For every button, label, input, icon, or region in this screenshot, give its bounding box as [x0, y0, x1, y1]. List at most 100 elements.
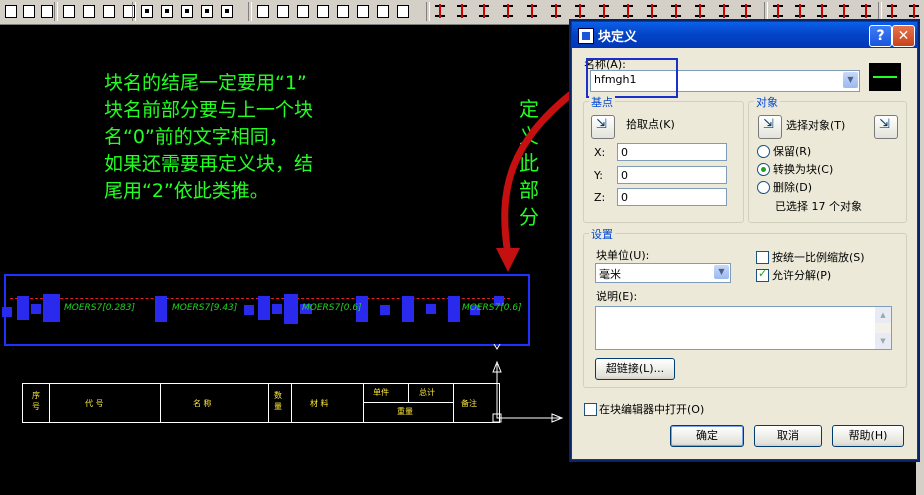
toolbar-tool-icon[interactable]	[100, 2, 118, 20]
toolbar-tool-icon[interactable]	[476, 2, 494, 20]
toolbar-tool-icon[interactable]	[716, 2, 734, 20]
col-name: 名 称	[193, 399, 212, 408]
allow-explode-label: 允许分解(P)	[772, 269, 832, 282]
toolbar-tool-icon[interactable]	[454, 2, 472, 20]
toolbar-tool-icon[interactable]	[620, 2, 638, 20]
part-shape[interactable]	[17, 296, 29, 320]
part-shape[interactable]	[448, 296, 460, 322]
part-shape[interactable]	[284, 294, 298, 324]
block-preview	[869, 63, 901, 91]
delete-radio[interactable]	[757, 181, 770, 194]
close-button[interactable]: ✕	[892, 25, 915, 47]
toolbar-tool-icon[interactable]	[294, 2, 312, 20]
toolbar-tool-icon[interactable]	[158, 2, 176, 20]
convert-radio[interactable]	[757, 163, 770, 176]
quick-select-icon[interactable]	[874, 115, 898, 139]
toolbar-tool-icon[interactable]	[138, 2, 156, 20]
part-shape[interactable]	[244, 305, 254, 315]
toolbar-tool-icon[interactable]	[814, 2, 832, 20]
toolbar-tool-icon[interactable]	[314, 2, 332, 20]
toolbar-tool-icon[interactable]	[738, 2, 756, 20]
toolbar-tool-icon[interactable]	[596, 2, 614, 20]
open-in-editor-checkbox[interactable]	[584, 403, 597, 416]
toolbar-tool-icon[interactable]	[906, 2, 924, 20]
select-objects-icon[interactable]	[758, 115, 782, 139]
part-shape[interactable]	[31, 304, 41, 314]
toolbar-tool-icon[interactable]	[836, 2, 854, 20]
scroll-up-icon[interactable]: ▲	[875, 307, 891, 323]
open-in-editor-label: 在块编辑器中打开(O)	[599, 403, 705, 416]
scroll-down-icon[interactable]: ▼	[875, 333, 891, 349]
select-objects-label: 选择对象(T)	[786, 119, 846, 132]
cell-divider	[408, 384, 409, 402]
z-field[interactable]: 0	[617, 188, 727, 206]
part-shape[interactable]	[2, 307, 12, 317]
toolbar-tool-icon[interactable]	[354, 2, 372, 20]
cell-divider	[49, 384, 50, 422]
toolbar-tool-icon[interactable]	[178, 2, 196, 20]
cancel-button[interactable]: 取消	[754, 425, 822, 447]
chevron-down-icon[interactable]: ▼	[714, 265, 729, 279]
part-shape[interactable]	[402, 296, 414, 322]
dialog-titlebar[interactable]: 块定义 ? ✕	[572, 22, 917, 48]
hyperlink-button[interactable]: 超链接(L)...	[595, 358, 675, 380]
toolbar-tool-icon[interactable]	[80, 2, 98, 20]
description-field[interactable]: ▲ ▼	[595, 306, 892, 350]
highlight-box	[586, 58, 678, 98]
scale-uniform-label: 按统一比例缩放(S)	[772, 251, 865, 264]
toolbar-tool-icon[interactable]	[198, 2, 216, 20]
part-shape[interactable]	[258, 296, 270, 320]
allow-explode-checkbox[interactable]	[756, 267, 769, 282]
part-shape[interactable]	[380, 305, 390, 315]
scrollbar[interactable]: ▲ ▼	[875, 307, 891, 349]
scale-uniform-checkbox[interactable]	[756, 251, 769, 264]
toolbar-tool-icon[interactable]	[770, 2, 788, 20]
toolbar-tool-icon[interactable]	[254, 2, 272, 20]
toolbar-tool-icon[interactable]	[500, 2, 518, 20]
pick-point-icon[interactable]	[591, 115, 615, 139]
app-icon	[578, 28, 594, 44]
toolbar-tool-icon[interactable]	[2, 2, 20, 20]
annotation-line: 名“0”前的文字相同，	[104, 126, 288, 148]
toolbar-tool-icon[interactable]	[668, 2, 686, 20]
part-shape[interactable]	[155, 296, 167, 322]
col-material: 材 料	[310, 399, 329, 408]
units-select[interactable]: 毫米 ▼	[595, 263, 731, 283]
part-shape[interactable]	[426, 304, 436, 314]
toolbar-tool-icon[interactable]	[524, 2, 542, 20]
toolbar-tool-icon[interactable]	[374, 2, 392, 20]
ok-button[interactable]: 确定	[670, 425, 744, 447]
retain-radio[interactable]	[757, 145, 770, 158]
toolbar-separator	[54, 2, 58, 21]
z-label: Z:	[594, 191, 606, 204]
toolbar-tool-icon[interactable]	[394, 2, 412, 20]
toolbar-tool-icon[interactable]	[858, 2, 876, 20]
toolbar-tool-icon[interactable]	[20, 2, 38, 20]
block-definition-dialog: 块定义 ? ✕ 名称(A): hfmgh1 ▼ 基点 拾取点(K) X: 0 Y…	[571, 21, 918, 460]
chevron-down-icon[interactable]: ▼	[843, 72, 858, 88]
x-field[interactable]: 0	[617, 143, 727, 161]
toolbar-tool-icon[interactable]	[644, 2, 662, 20]
cell-divider	[268, 384, 269, 422]
toolbar-tool-icon[interactable]	[432, 2, 450, 20]
part-shape[interactable]	[43, 294, 60, 322]
cell-divider	[363, 384, 364, 422]
part-shape[interactable]	[272, 304, 282, 314]
units-label: 块单位(U):	[596, 249, 650, 262]
x-label: X:	[594, 146, 606, 159]
y-field[interactable]: 0	[617, 166, 727, 184]
toolbar-tool-icon[interactable]	[60, 2, 78, 20]
toolbar-tool-icon[interactable]	[218, 2, 236, 20]
help-button[interactable]: ?	[869, 25, 892, 47]
toolbar-tool-icon[interactable]	[572, 2, 590, 20]
annotation-text: 块名的结尾一定要用“1” 块名前部分要与上一个块 名“0”前的文字相同， 如果还…	[104, 70, 313, 205]
toolbar-separator	[764, 2, 768, 21]
toolbar-tool-icon[interactable]	[792, 2, 810, 20]
toolbar-tool-icon[interactable]	[548, 2, 566, 20]
toolbar-tool-icon[interactable]	[692, 2, 710, 20]
toolbar-tool-icon[interactable]	[334, 2, 352, 20]
help-dialog-button[interactable]: 帮助(H)	[832, 425, 904, 447]
part-label: MOERS7[0.6]	[462, 303, 522, 313]
toolbar-tool-icon[interactable]	[884, 2, 902, 20]
toolbar-tool-icon[interactable]	[274, 2, 292, 20]
